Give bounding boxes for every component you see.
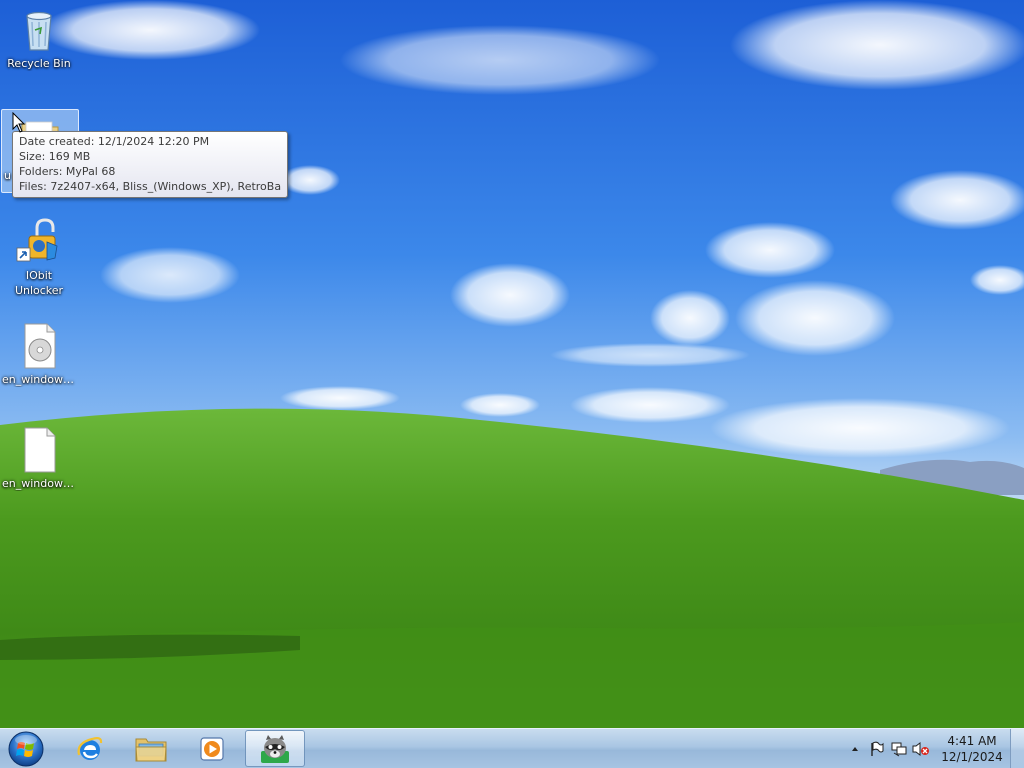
clock[interactable]: 4:41 AM 12/1/2024 xyxy=(938,733,1006,765)
desktop-icon-label: Recycle Bin xyxy=(7,57,71,70)
desktop-icon-iso-file[interactable]: en_windows... xyxy=(1,322,77,387)
clock-date: 12/1/2024 xyxy=(941,750,1003,764)
mouse-cursor-icon xyxy=(12,112,26,133)
tooltip-files: Files: 7z2407-x64, Bliss_(Windows_XP), R… xyxy=(19,180,281,193)
flag-icon xyxy=(871,741,884,756)
desktop-icon-label: en_windows... xyxy=(2,477,77,490)
volume-button[interactable] xyxy=(912,740,930,758)
taskbar-internet-explorer[interactable] xyxy=(62,730,118,767)
tooltip-date-created: Date created: 12/1/2024 12:20 PM xyxy=(19,135,210,148)
tooltip-size: Size: 169 MB xyxy=(19,150,91,163)
start-button[interactable] xyxy=(6,730,46,768)
file-explorer-icon xyxy=(135,738,167,761)
desktop-icon-label: en_windows... xyxy=(2,373,77,386)
file-icon xyxy=(24,427,56,473)
taskbar-media-player[interactable] xyxy=(184,730,240,767)
raccoon-app-icon xyxy=(261,734,289,763)
network-button[interactable] xyxy=(890,740,908,758)
show-desktop-button[interactable] xyxy=(1010,729,1024,768)
taskbar-raccoon-app[interactable] xyxy=(245,730,305,767)
desktop[interactable]: Recycle Bin u IObit Unlocker en_windows.… xyxy=(0,0,1024,768)
network-icon xyxy=(891,742,907,757)
taskbar: 4:41 AM 12/1/2024 xyxy=(0,728,1024,768)
folder-info-tooltip: Date created: 12/1/2024 12:20 PM Size: 1… xyxy=(12,131,288,198)
volume-muted-icon xyxy=(912,742,929,756)
taskbar-file-explorer[interactable] xyxy=(123,730,179,767)
disc-image-icon xyxy=(24,323,56,369)
tooltip-folders: Folders: MyPal 68 xyxy=(19,165,116,178)
chevron-up-icon xyxy=(852,747,858,751)
bliss-wallpaper xyxy=(0,0,1024,728)
desktop-icon-label: IObit Unlocker xyxy=(14,269,64,297)
iobit-unlocker-icon xyxy=(16,218,58,262)
action-center-button[interactable] xyxy=(868,740,886,758)
internet-explorer-icon xyxy=(77,736,103,760)
show-hidden-icons-button[interactable] xyxy=(846,740,864,758)
recycle-bin-icon xyxy=(26,11,52,51)
media-player-icon xyxy=(200,736,224,761)
desktop-icon-file[interactable]: en_windows... xyxy=(1,426,77,491)
desktop-icon-iobit-unlocker[interactable]: IObit Unlocker xyxy=(1,218,77,298)
desktop-icon-recycle-bin[interactable]: Recycle Bin xyxy=(1,6,77,71)
system-tray: 4:41 AM 12/1/2024 xyxy=(844,729,1006,768)
clock-time: 4:41 AM xyxy=(947,734,997,748)
